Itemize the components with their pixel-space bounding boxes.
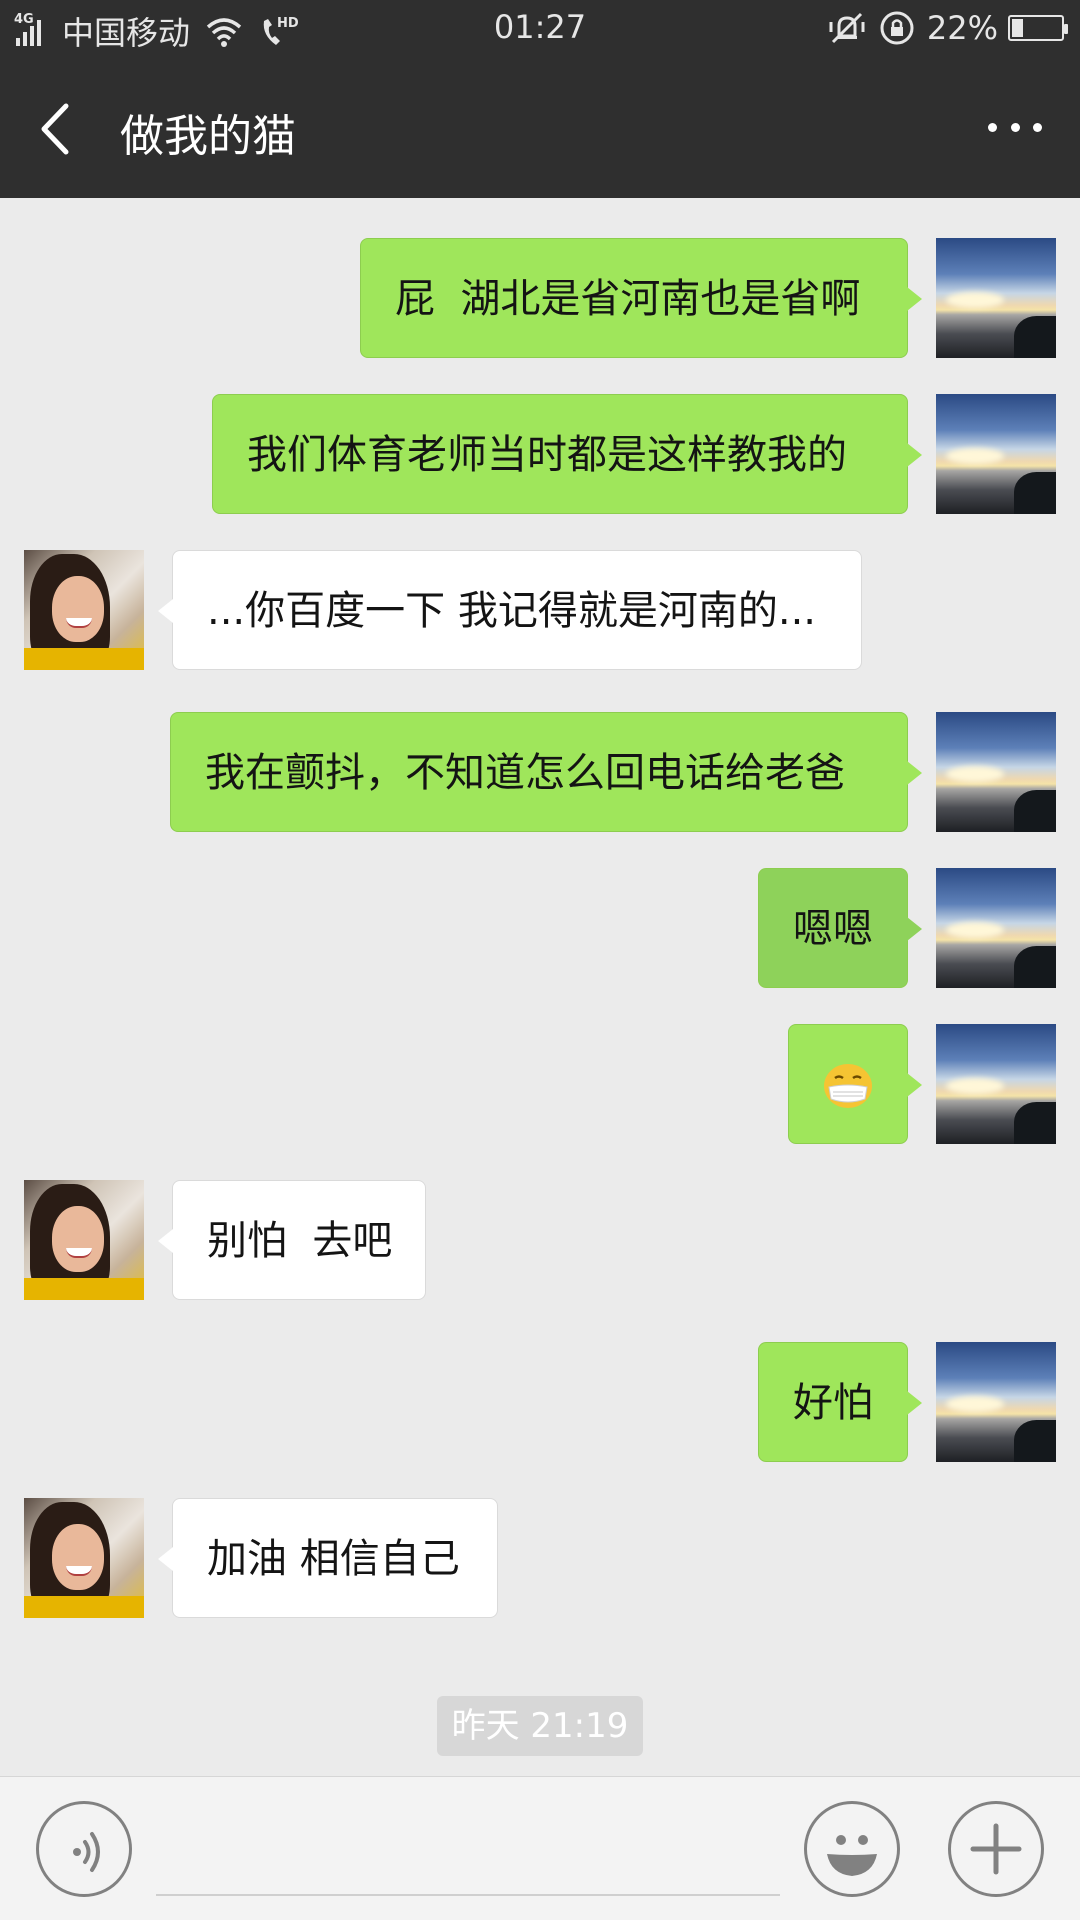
chat-title: 做我的猫 [120,111,296,162]
vibrate-mute-icon [829,12,865,44]
my-message-bubble[interactable]: 我在颤抖，不知道怎么回电话给老爸 [170,712,922,832]
status-right: 22% [827,8,1068,48]
my-avatar[interactable] [936,868,1056,988]
plus-button[interactable] [948,1801,1044,1897]
emoji-icon [827,1835,877,1876]
message-text: 我在颤抖，不知道怎么回电话给老爸 [205,750,845,796]
message-text: 好怕 [793,1380,873,1426]
contact-avatar[interactable] [24,550,144,670]
battery-icon [1008,15,1068,41]
my-message-bubble[interactable]: 屁 湖北是省河南也是省啊 [360,238,922,358]
more-dot-icon [1033,122,1042,132]
more-options-button[interactable] [980,102,1050,152]
my-avatar[interactable] [936,712,1056,832]
time-divider: 昨天 21:19 [437,1696,643,1756]
message-text: 别怕 去吧 [207,1218,393,1264]
status-bar: 4G 中国移动 HD 01:27 22% [0,0,1080,56]
message-text: 嗯嗯 [793,906,873,952]
message-text: 我们体育老师当时都是这样教我的 [247,432,847,478]
message-text: 屁 湖北是省河南也是省啊 [395,276,861,322]
my-avatar[interactable] [936,1024,1056,1144]
rotation-lock-icon [880,11,914,45]
battery-level [1012,19,1023,37]
my-message-bubble[interactable] [788,1024,922,1144]
contact-message-bubble[interactable]: ...你百度一下 我记得就是河南的... [158,550,862,670]
voice-button[interactable] [36,1801,132,1897]
voice-icon [73,1832,100,1872]
my-message-bubble[interactable]: 好怕 [758,1342,922,1462]
emoji-button[interactable] [804,1801,900,1897]
my-message-bubble[interactable]: 嗯嗯 [758,868,922,988]
message-text: 加油 相信自己 [207,1536,460,1582]
input-bar [0,1776,1080,1920]
contact-avatar[interactable] [24,1180,144,1300]
contact-avatar[interactable] [24,1498,144,1618]
my-avatar[interactable] [936,1342,1056,1462]
more-dot-icon [988,122,997,132]
contact-message-bubble[interactable]: 加油 相信自己 [158,1498,498,1618]
plus-icon [970,1823,1022,1875]
my-message-bubble[interactable]: 我们体育老师当时都是这样教我的 [212,394,922,514]
back-button[interactable] [32,96,86,162]
more-dot-icon [1010,122,1020,132]
my-avatar[interactable] [936,238,1056,358]
battery-percent: 22% [926,9,998,47]
contact-message-bubble[interactable]: 别怕 去吧 [158,1180,426,1300]
message-input[interactable] [156,1894,780,1896]
my-avatar[interactable] [936,394,1056,514]
message-text: ...你百度一下 我记得就是河南的... [207,588,817,634]
chat-header: 做我的猫 [0,56,1080,198]
mask-face-emoji-icon [824,1064,872,1108]
